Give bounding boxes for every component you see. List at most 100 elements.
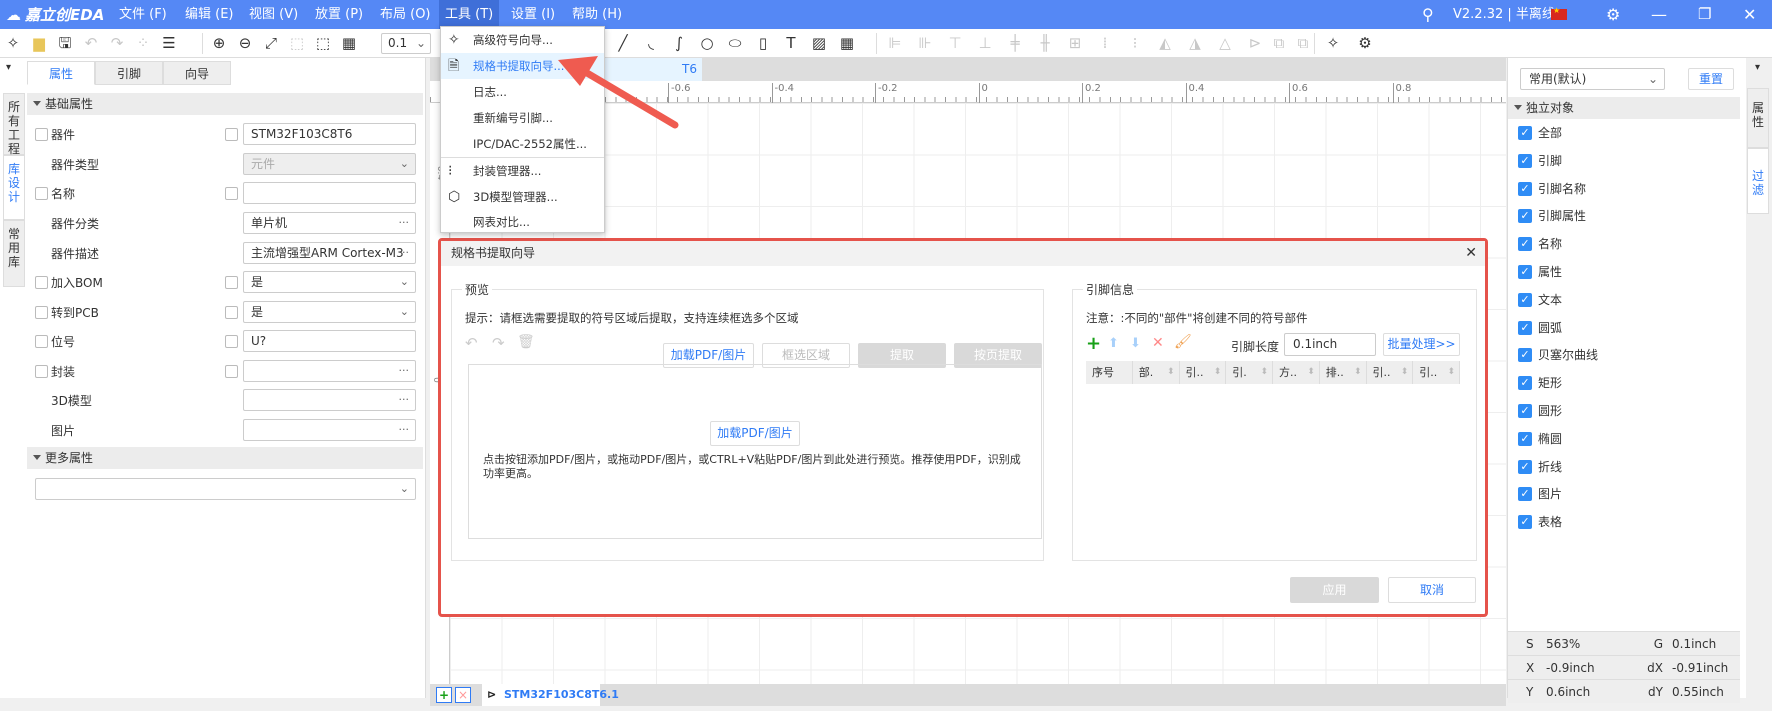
sort-icon[interactable]: ⬍ — [1354, 361, 1362, 384]
symbol-tab[interactable]: ⊳ STM32F103C8T6.1 — [482, 684, 619, 706]
checkbox-checked-icon[interactable]: ✓ — [1518, 181, 1532, 196]
grid-align-icon[interactable]: ⁝ — [1124, 33, 1146, 53]
section-more-properties[interactable]: 更多属性 — [27, 447, 423, 469]
filter-item[interactable]: ✓ 属性 — [1518, 262, 1562, 282]
text-icon[interactable]: T — [780, 33, 802, 53]
menu-item-3d-model-manager[interactable]: ⬡ 3D模型管理器... — [441, 184, 604, 210]
bring-front-icon[interactable]: ⧉ — [1268, 33, 1290, 53]
filter-item[interactable]: ✓ 矩形 — [1518, 373, 1562, 393]
filter-item[interactable]: ✓ 折线 — [1518, 457, 1562, 477]
filter-item[interactable]: ✓ 椭圆 — [1518, 429, 1562, 449]
pin-icon[interactable]: ▾ — [1755, 62, 1760, 73]
section-basic-properties[interactable]: 基础属性 — [27, 93, 423, 115]
pin-column-header[interactable]: 引.. ⬍ — [1413, 361, 1460, 384]
property-input[interactable]: 是 ⌄ — [243, 301, 416, 323]
preview-drop-area[interactable]: 加载PDF/图片 点击按钮添加PDF/图片，或拖动PDF/图片，或CTRL+V粘… — [468, 364, 1042, 539]
align-right-icon[interactable]: ⊪ — [914, 33, 936, 53]
tab-pins[interactable]: 引脚 — [95, 61, 163, 85]
filter-item[interactable]: ✓ 文本 — [1518, 290, 1562, 310]
more-icon[interactable]: ··· — [399, 390, 410, 410]
pin-column-header[interactable]: 引.. ⬍ — [1180, 361, 1227, 384]
checkbox-checked-icon[interactable]: ✓ — [1518, 404, 1532, 418]
pin-column-header[interactable]: 部. ⬍ — [1133, 361, 1180, 384]
checkbox-checked-icon[interactable]: ✓ — [1518, 487, 1532, 502]
menu-edit[interactable]: 编辑 (E) — [179, 0, 240, 29]
close-icon[interactable]: ✕ — [1737, 0, 1762, 29]
more-icon[interactable]: ··· — [399, 243, 410, 263]
mirror-icon[interactable]: △ — [1214, 33, 1236, 53]
property-input[interactable]: 主流增强型ARM Cortex-M3 ··· — [243, 242, 416, 264]
align-left-icon[interactable]: ⊫ — [884, 33, 906, 53]
move-up-icon[interactable]: ⬆ — [1108, 336, 1119, 351]
filter-item[interactable]: ✓ 名称 — [1518, 234, 1562, 254]
distribute-v-icon[interactable]: ⁞ — [1094, 33, 1116, 53]
settings-icon[interactable]: ⚙ — [1354, 33, 1376, 53]
checkbox-checked-icon[interactable]: ✓ — [1518, 265, 1532, 279]
send-back-icon[interactable]: ⧉ — [1292, 33, 1314, 53]
filter-item[interactable]: ✓ 引脚属性 — [1518, 206, 1586, 226]
property-input[interactable]: 元件 ⌄ — [243, 153, 416, 175]
grid-icon[interactable]: ▦ — [338, 33, 360, 53]
menu-tools[interactable]: 工具 (T) — [439, 0, 500, 29]
more-properties-select[interactable]: ⌄ — [35, 478, 416, 500]
property-input[interactable]: 是 ⌄ — [243, 271, 416, 293]
menu-place[interactable]: 放置 (P) — [309, 0, 369, 29]
close-icon[interactable]: ✕ — [1465, 241, 1477, 266]
value-checkbox[interactable] — [225, 365, 238, 378]
menu-help[interactable]: 帮助 (H) — [566, 0, 628, 29]
image-icon[interactable]: ▨ — [808, 33, 830, 53]
tab-properties[interactable]: 属性 — [27, 61, 95, 85]
vtab-filter[interactable]: 过滤 — [1747, 148, 1769, 214]
checkbox-checked-icon[interactable]: ✓ — [1518, 209, 1532, 224]
filter-item[interactable]: ✓ 圆弧 — [1518, 318, 1562, 338]
brush-icon[interactable]: 🖌 — [1174, 334, 1192, 350]
filter-item[interactable]: ✓ 表格 — [1518, 512, 1562, 532]
sort-icon[interactable]: ⬍ — [1167, 361, 1175, 384]
vtab-properties[interactable]: 属性 — [1747, 88, 1769, 148]
tab-wizard[interactable]: 向导 — [163, 61, 231, 85]
row-checkbox[interactable] — [35, 276, 48, 289]
find-icon[interactable]: ☰ — [158, 33, 180, 53]
batch-process-button[interactable]: 批量处理>> — [1383, 333, 1460, 356]
wand-icon[interactable]: ✧ — [2, 33, 24, 53]
more-icon[interactable]: ··· — [399, 213, 410, 233]
minimize-icon[interactable]: — — [1645, 0, 1673, 29]
undo-icon[interactable]: ↶ — [465, 334, 478, 352]
vtab-library-design[interactable]: 库设计 — [3, 155, 25, 220]
align-hcenter-icon[interactable]: ╪ — [1004, 33, 1026, 53]
menu-layout[interactable]: 布局 (O) — [374, 0, 437, 29]
vtab-common-library[interactable]: 常用库 — [3, 220, 25, 287]
folder-icon[interactable]: ▆ — [28, 33, 50, 53]
align-bottom-icon[interactable]: ⊥ — [974, 33, 996, 53]
rectangle-icon[interactable]: ▯ — [752, 33, 774, 53]
redo-icon[interactable]: ↷ — [492, 334, 505, 352]
apply-button[interactable]: 应用 — [1290, 577, 1379, 603]
sort-icon[interactable]: ⬍ — [1401, 361, 1409, 384]
menu-item-footprint-manager[interactable]: ⁝ 封装管理器... — [441, 158, 604, 184]
gear-icon[interactable]: ⚙ — [1600, 0, 1626, 29]
group-icon[interactable]: ⁘ — [132, 33, 154, 53]
ellipse-icon[interactable]: ⬭ — [724, 33, 746, 53]
checkbox-checked-icon[interactable]: ✓ — [1518, 459, 1532, 474]
cn-flag-icon[interactable]: ★ — [1551, 6, 1567, 20]
distribute-h-icon[interactable]: ⊞ — [1064, 33, 1086, 53]
pin-length-input[interactable]: 0.1inch — [1284, 333, 1376, 356]
fit-icon[interactable]: ⤢ — [260, 33, 282, 53]
reset-button[interactable]: 重置 — [1688, 68, 1734, 90]
zoom-selection-icon[interactable]: ⬚ — [286, 33, 308, 53]
zoom-area-icon[interactable]: ⬚ — [312, 33, 334, 53]
row-checkbox[interactable] — [35, 128, 48, 141]
value-checkbox[interactable] — [225, 335, 238, 348]
pin-column-header[interactable]: 引.. ⬍ — [1367, 361, 1414, 384]
remove-tab-icon[interactable]: × — [455, 687, 471, 703]
save-icon[interactable]: 🖫 — [54, 33, 76, 53]
pin-column-header[interactable]: 引. ⬍ — [1226, 361, 1273, 384]
pin-column-header[interactable]: 方.. ⬍ — [1273, 361, 1320, 384]
property-input[interactable]: 单片机 ··· — [243, 212, 416, 234]
value-checkbox[interactable] — [225, 128, 238, 141]
cancel-button[interactable]: 取消 — [1388, 577, 1476, 603]
row-checkbox[interactable] — [35, 187, 48, 200]
checkbox-checked-icon[interactable]: ✓ — [1518, 348, 1532, 363]
property-input[interactable]: ··· — [243, 360, 416, 382]
filter-item[interactable]: ✓ 圆形 — [1518, 401, 1562, 421]
